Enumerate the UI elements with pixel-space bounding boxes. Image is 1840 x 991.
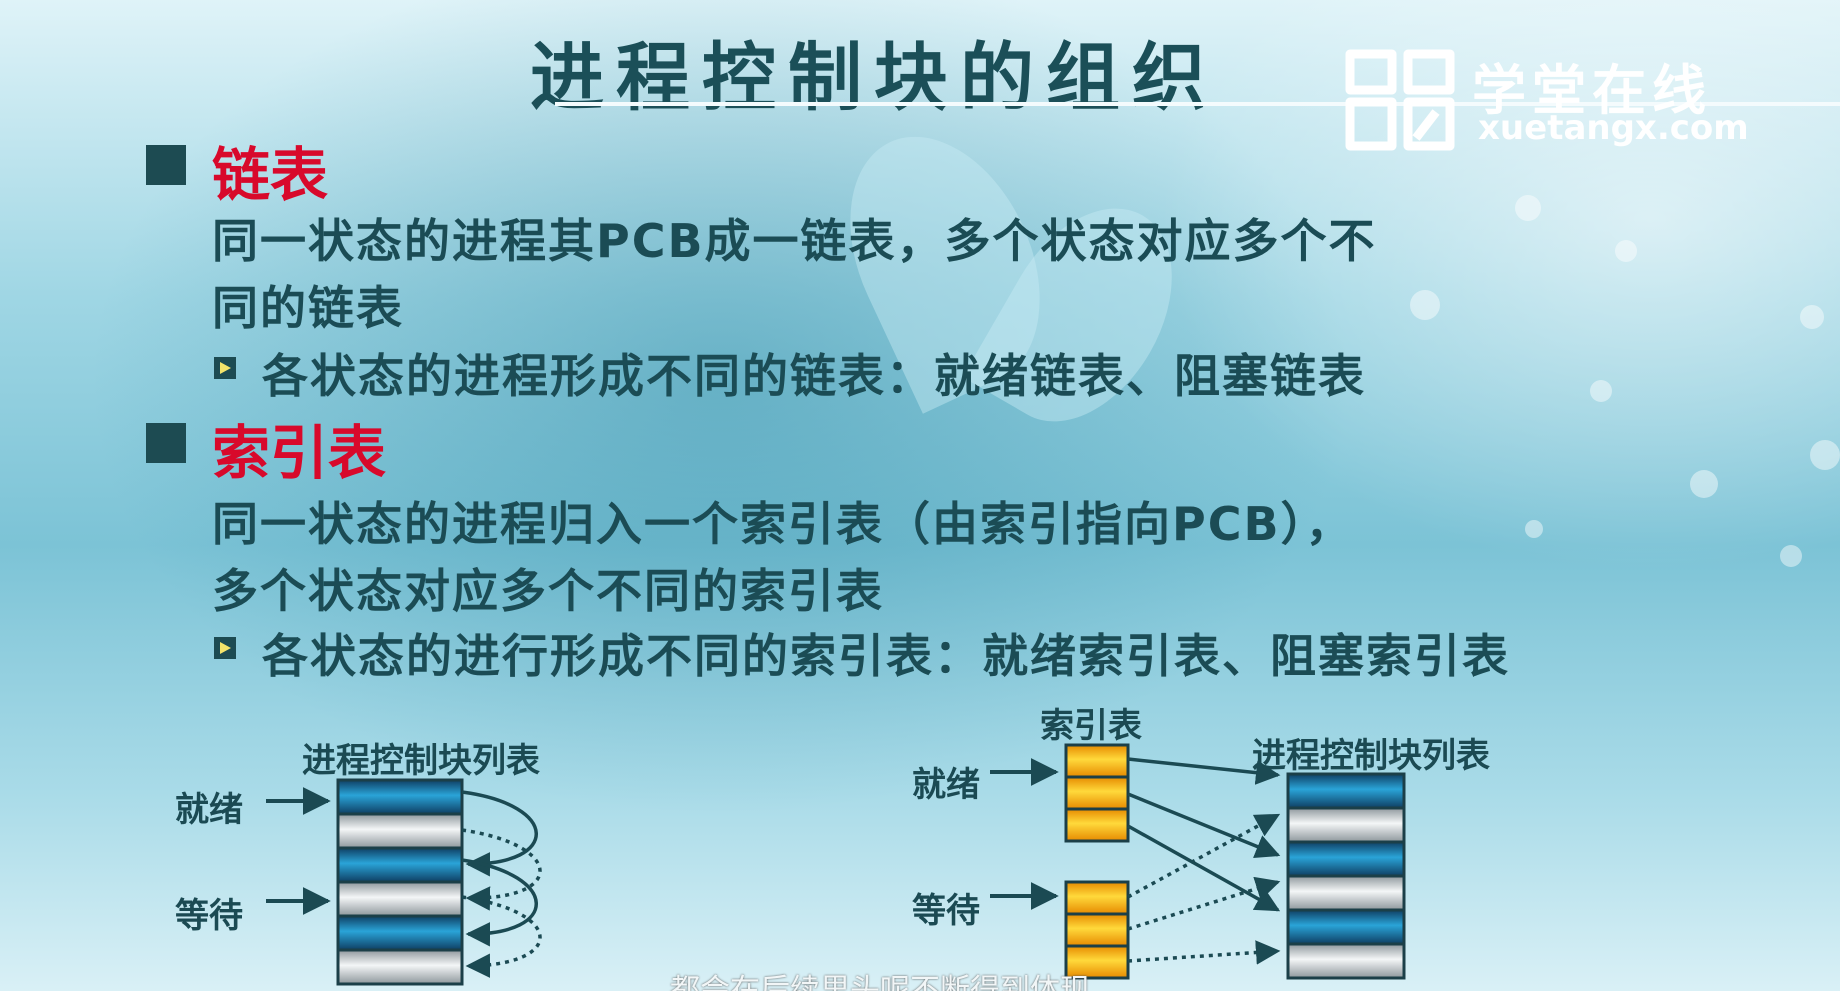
- pcb-row-ready: [1286, 772, 1406, 810]
- index-pointer-arrow: [1127, 792, 1281, 859]
- video-subtitle: 都会在后续里头呢不断得到体现: [670, 973, 1090, 991]
- index-pointer-arrow: [1127, 813, 1281, 899]
- pcb-row-waiting: [336, 880, 464, 918]
- pcb-row-waiting: [1286, 874, 1406, 912]
- right-pcb-list: [1286, 772, 1406, 980]
- index-pointer-arrow: [1127, 757, 1281, 785]
- pcb-row-waiting: [1286, 942, 1406, 980]
- ready-link-arrow: [461, 790, 538, 877]
- pcb-row-waiting: [336, 812, 464, 850]
- ready-index-table: [1064, 743, 1130, 843]
- pcb-row-waiting: [336, 948, 464, 986]
- pcb-row-waiting: [1286, 806, 1406, 844]
- index-pointer-arrow: [1127, 876, 1281, 931]
- pcb-row-ready: [1286, 908, 1406, 946]
- index-entry: [1064, 775, 1130, 811]
- slide-background: 进程控制块的组织 学堂在线 xuetangx.com 链表 同一状态的进程其PC…: [0, 0, 1840, 991]
- index-pointer-arrow: [1127, 824, 1281, 912]
- pcb-row-ready: [336, 914, 464, 952]
- index-entry: [1064, 880, 1130, 916]
- pcb-row-ready: [1286, 840, 1406, 878]
- index-entry: [1064, 807, 1130, 843]
- index-pointer-arrow: [1127, 940, 1281, 965]
- index-entry: [1064, 743, 1130, 779]
- index-entry: [1064, 912, 1130, 948]
- pcb-organization-diagrams: [266, 743, 1406, 986]
- left-pcb-list: [336, 778, 464, 986]
- pcb-row-ready: [336, 846, 464, 884]
- wait-index-table: [1064, 880, 1130, 980]
- pcb-row-ready: [336, 778, 464, 816]
